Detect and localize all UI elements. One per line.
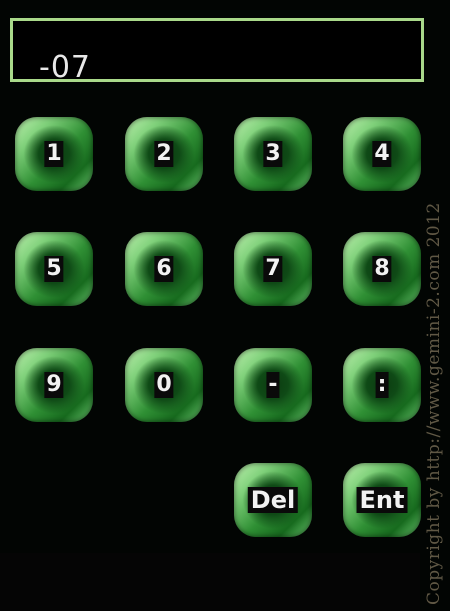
key-label: 5: [44, 256, 64, 282]
key-label: 0: [154, 372, 174, 398]
delete-button[interactable]: Del: [234, 463, 312, 537]
key-0[interactable]: 0: [125, 348, 203, 422]
key-label: 3: [263, 141, 283, 167]
delete-label: Del: [247, 487, 299, 513]
key-label: :: [375, 372, 389, 398]
key-label: -: [266, 372, 280, 398]
watermark-text: Copyright by http://www.gemini-2.com 201…: [424, 202, 444, 605]
key-3[interactable]: 3: [234, 117, 312, 191]
key-8[interactable]: 8: [343, 232, 421, 306]
key-2[interactable]: 2: [125, 117, 203, 191]
key-label: 6: [154, 256, 174, 282]
key-label: 8: [372, 256, 392, 282]
entry-display[interactable]: -07: [10, 18, 424, 85]
key-colon[interactable]: :: [343, 348, 421, 422]
display-value: -07: [39, 50, 91, 85]
copyright-watermark: Copyright by http://www.gemini-2.com 201…: [422, 20, 446, 605]
enter-label: Ent: [356, 487, 408, 513]
key-label: 2: [154, 141, 174, 167]
key-label: 7: [263, 256, 283, 282]
key-1[interactable]: 1: [15, 117, 93, 191]
keypad-screen: -07 1 2 3 4 5 6 7 8 9 0 - : Del Ent Copy…: [0, 0, 450, 611]
key-label: 4: [372, 141, 392, 167]
key-9[interactable]: 9: [15, 348, 93, 422]
key-label: 9: [44, 372, 64, 398]
key-5[interactable]: 5: [15, 232, 93, 306]
key-7[interactable]: 7: [234, 232, 312, 306]
key-minus[interactable]: -: [234, 348, 312, 422]
bottom-bezel: [0, 553, 420, 611]
key-6[interactable]: 6: [125, 232, 203, 306]
enter-button[interactable]: Ent: [343, 463, 421, 537]
key-4[interactable]: 4: [343, 117, 421, 191]
key-label: 1: [44, 141, 64, 167]
